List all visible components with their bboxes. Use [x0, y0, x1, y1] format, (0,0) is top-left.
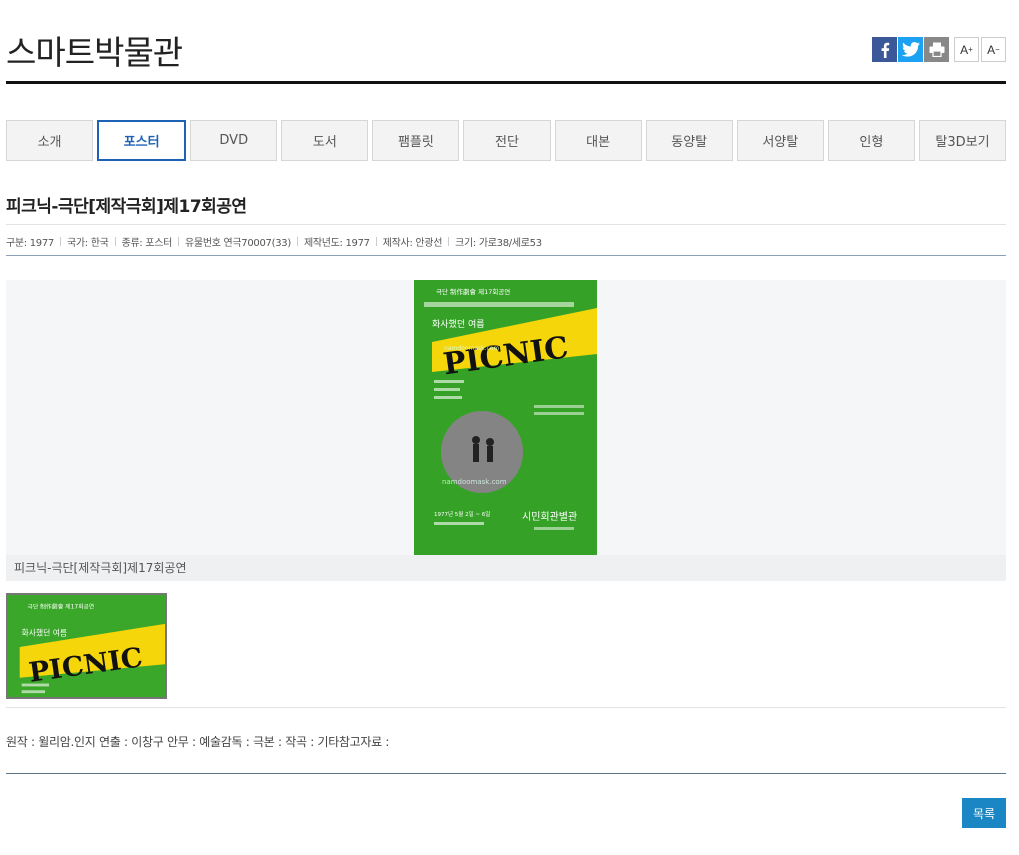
tab-books[interactable]: 도서	[281, 120, 369, 161]
tab-puppet[interactable]: 인형	[827, 120, 915, 161]
thumb-subtitle: 화사했던 여름	[22, 627, 67, 637]
tab-dvd[interactable]: DVD	[190, 120, 278, 161]
meta-year: 제작년도: 1977	[303, 238, 370, 249]
image-viewer: 극단 制作劇會 제17회공연 화사했던 여름 PICNIC namdoomask…	[6, 280, 1006, 555]
item-meta: 구분: 1977 국가: 한국 종류: 포스터 유물번호 연극70007(33)…	[6, 234, 542, 249]
twitter-share-button[interactable]	[898, 37, 923, 62]
tab-poster[interactable]: 포스터	[97, 120, 187, 161]
thumbnail-item[interactable]: 극단 制作劇會 제17회공연 화사했던 여름 PICNIC	[6, 593, 167, 699]
meta-type: 종류: 포스터	[121, 238, 173, 249]
item-title: 피크닉-극단[제작극회]제17회공연	[6, 197, 247, 217]
minus-icon: −	[995, 45, 1000, 54]
tab-pamphlet[interactable]: 팸플릿	[372, 120, 460, 161]
font-increase-button[interactable]: A +	[954, 37, 979, 62]
facebook-share-button[interactable]	[872, 37, 897, 62]
plus-icon: +	[968, 45, 973, 54]
font-increase-label: A	[960, 42, 969, 57]
meta-producer: 제작사: 안광선	[382, 238, 443, 249]
list-button[interactable]: 목록	[962, 798, 1006, 828]
facebook-icon	[881, 42, 889, 58]
poster-venue: 시민회관별관	[522, 511, 577, 523]
tab-script[interactable]: 대본	[554, 120, 642, 161]
font-decrease-button[interactable]: A −	[981, 37, 1006, 62]
meta-size: 크기: 가로38/세로53	[455, 238, 542, 249]
divider	[6, 255, 1006, 256]
site-title: 스마트박물관	[6, 33, 183, 72]
tab-mask-3d[interactable]: 탈3D보기	[918, 120, 1007, 161]
font-decrease-label: A	[987, 42, 996, 57]
image-caption: 피크닉-극단[제작극회]제17회공연	[6, 555, 1006, 581]
poster-subtitle: 화사했던 여름	[432, 318, 485, 330]
header-tools: A + A −	[871, 37, 1006, 62]
tab-intro[interactable]: 소개	[6, 120, 94, 161]
meta-country: 국가: 한국	[67, 238, 109, 249]
poster-thumbnail: 극단 制作劇會 제17회공연 화사했던 여름 PICNIC	[8, 595, 165, 697]
tab-western-mask[interactable]: 서양탈	[736, 120, 824, 161]
print-icon	[929, 42, 944, 57]
divider	[6, 773, 1006, 774]
divider	[6, 224, 1006, 225]
twitter-icon	[901, 42, 920, 57]
tab-eastern-mask[interactable]: 동양탈	[645, 120, 733, 161]
thumb-header-text: 극단 制作劇會 제17회공연	[28, 603, 95, 611]
category-tabs: 소개 포스터 DVD 도서 팸플릿 전단 대본 동양탈 서양탈 인형 탈3D보기	[6, 120, 1007, 161]
poster-date: 1977년 5월 2일 ~ 6일	[434, 510, 490, 518]
divider	[6, 707, 1006, 708]
poster-watermark: namdoomask.com	[444, 345, 499, 352]
poster-image[interactable]: 극단 制作劇會 제17회공연 화사했던 여름 PICNIC namdoomask…	[414, 280, 597, 555]
poster-watermark: namdoomask.com	[442, 478, 507, 486]
print-button[interactable]	[924, 37, 949, 62]
tab-flyer[interactable]: 전단	[463, 120, 551, 161]
item-description: 원작 : 윌리암.인지 연출 : 이창구 안무 : 예술감독 : 극본 : 작곡…	[6, 735, 390, 749]
header: 스마트박물관 A + A −	[6, 0, 1006, 84]
poster-header-text: 극단 制作劇會 제17회공연	[436, 287, 510, 296]
meta-category: 구분: 1977	[6, 238, 54, 249]
meta-artifact-number: 유물번호 연극70007(33)	[185, 238, 291, 249]
